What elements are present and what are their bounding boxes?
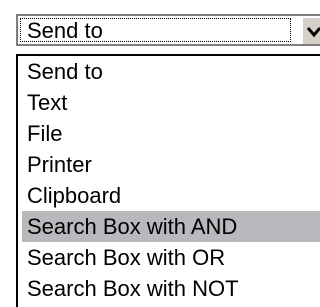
list-item-send-to[interactable]: Send to	[22, 56, 320, 87]
list-item-file[interactable]: File	[22, 118, 320, 149]
chevron-down-icon	[307, 27, 320, 38]
dropdown-list[interactable]: Send to Text File Printer Clipboard Sear…	[16, 54, 320, 307]
list-item-text[interactable]: Text	[22, 87, 320, 118]
list-item-printer[interactable]: Printer	[22, 149, 320, 180]
list-item-search-box-and[interactable]: Search Box with AND	[22, 211, 320, 242]
send-to-combobox[interactable]: Send to	[16, 14, 320, 46]
combobox-selected-value[interactable]: Send to	[20, 18, 291, 43]
dropdown-button[interactable]	[301, 16, 320, 44]
list-item-search-box-not[interactable]: Search Box with NOT	[22, 273, 320, 304]
list-item-clipboard[interactable]: Clipboard	[22, 180, 320, 211]
list-item-search-box-or[interactable]: Search Box with OR	[22, 242, 320, 273]
